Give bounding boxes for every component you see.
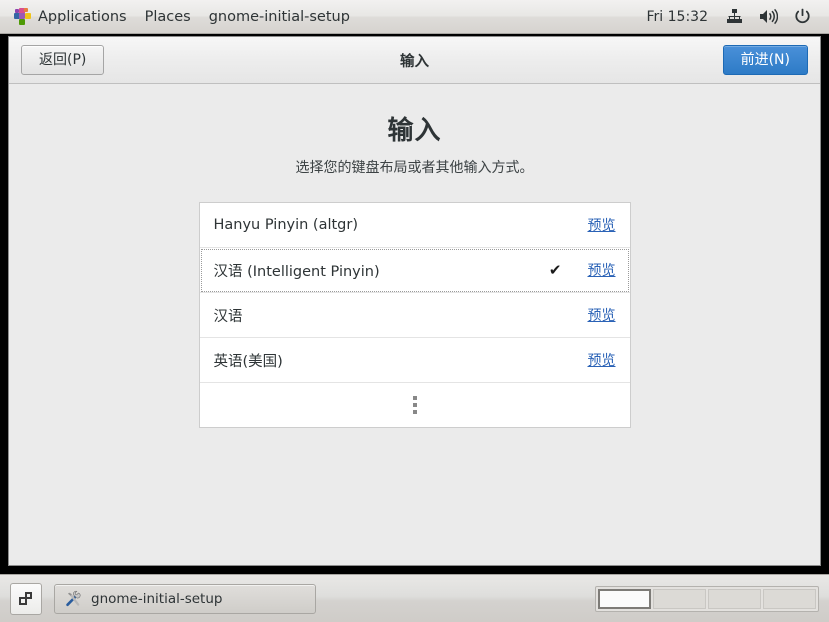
panel-left-section: Applications Places gnome-initial-setup [0, 0, 359, 33]
workspace-3[interactable] [708, 588, 761, 609]
panel-menu-places-label: Places [144, 8, 191, 25]
panel-status-area: Fri 15:32 [637, 0, 829, 33]
panel-menu-applications[interactable]: Applications [0, 0, 136, 33]
show-desktop-icon [18, 592, 34, 605]
preview-link[interactable]: 预览 [588, 305, 616, 325]
network-icon[interactable] [718, 0, 751, 33]
input-source-list: Hanyu Pinyin (altgr) 预览 汉语 (Intelligent … [198, 202, 631, 428]
preview-link[interactable]: 预览 [588, 350, 616, 370]
workspace-1[interactable] [598, 588, 651, 609]
content-area: 输入 选择您的键盘布局或者其他输入方式。 Hanyu Pinyin (altgr… [9, 84, 820, 565]
desktop-screen: Applications Places gnome-initial-setup … [0, 0, 829, 622]
power-icon[interactable] [786, 0, 819, 33]
workspace-4[interactable] [763, 588, 816, 609]
taskbar-window-label: gnome-initial-setup [91, 590, 223, 607]
panel-menu-window-title[interactable]: gnome-initial-setup [200, 0, 359, 33]
page-title: 输入 [387, 116, 442, 146]
preview-link[interactable]: 预览 [588, 215, 616, 235]
header-title: 输入 [400, 53, 429, 70]
more-input-sources-row[interactable] [199, 383, 630, 427]
workspace-switcher [595, 585, 819, 612]
input-source-label: 英语(美国) [213, 353, 283, 370]
applications-pinwheel-icon [14, 8, 31, 25]
header-bar: 返回(P) 输入 前进(N) [9, 37, 820, 84]
check-icon: ✔ [548, 260, 562, 279]
next-button[interactable]: 前进(N) [722, 44, 808, 76]
tools-icon [64, 590, 82, 608]
top-panel: Applications Places gnome-initial-setup … [0, 0, 829, 34]
volume-icon[interactable] [751, 0, 786, 33]
workspace-2[interactable] [653, 588, 706, 609]
show-desktop-button[interactable] [10, 582, 42, 615]
list-item[interactable]: 汉语 预览 [199, 293, 630, 338]
list-item[interactable]: 英语(美国) 预览 [199, 338, 630, 383]
back-button[interactable]: 返回(P) [21, 44, 105, 76]
preview-link[interactable]: 预览 [588, 260, 616, 280]
list-item[interactable]: 汉语 (Intelligent Pinyin) ✔ 预览 [199, 248, 630, 293]
more-vertical-icon [412, 396, 417, 414]
panel-menu-window-title-label: gnome-initial-setup [208, 8, 350, 25]
panel-menu-places[interactable]: Places [136, 0, 200, 33]
panel-menu-applications-label: Applications [38, 8, 127, 25]
input-source-label: Hanyu Pinyin (altgr) [213, 217, 359, 233]
input-source-label: 汉语 [213, 308, 243, 325]
page-subtitle: 选择您的键盘布局或者其他输入方式。 [295, 160, 534, 176]
gnome-initial-setup-window: 返回(P) 输入 前进(N) 输入 选择您的键盘布局或者其他输入方式。 Hany… [8, 36, 821, 566]
taskbar: gnome-initial-setup [0, 574, 829, 622]
list-item[interactable]: Hanyu Pinyin (altgr) 预览 [199, 203, 630, 248]
clock[interactable]: Fri 15:32 [637, 9, 718, 25]
input-source-label: 汉语 (Intelligent Pinyin) [213, 263, 380, 280]
taskbar-window-button[interactable]: gnome-initial-setup [54, 583, 316, 614]
